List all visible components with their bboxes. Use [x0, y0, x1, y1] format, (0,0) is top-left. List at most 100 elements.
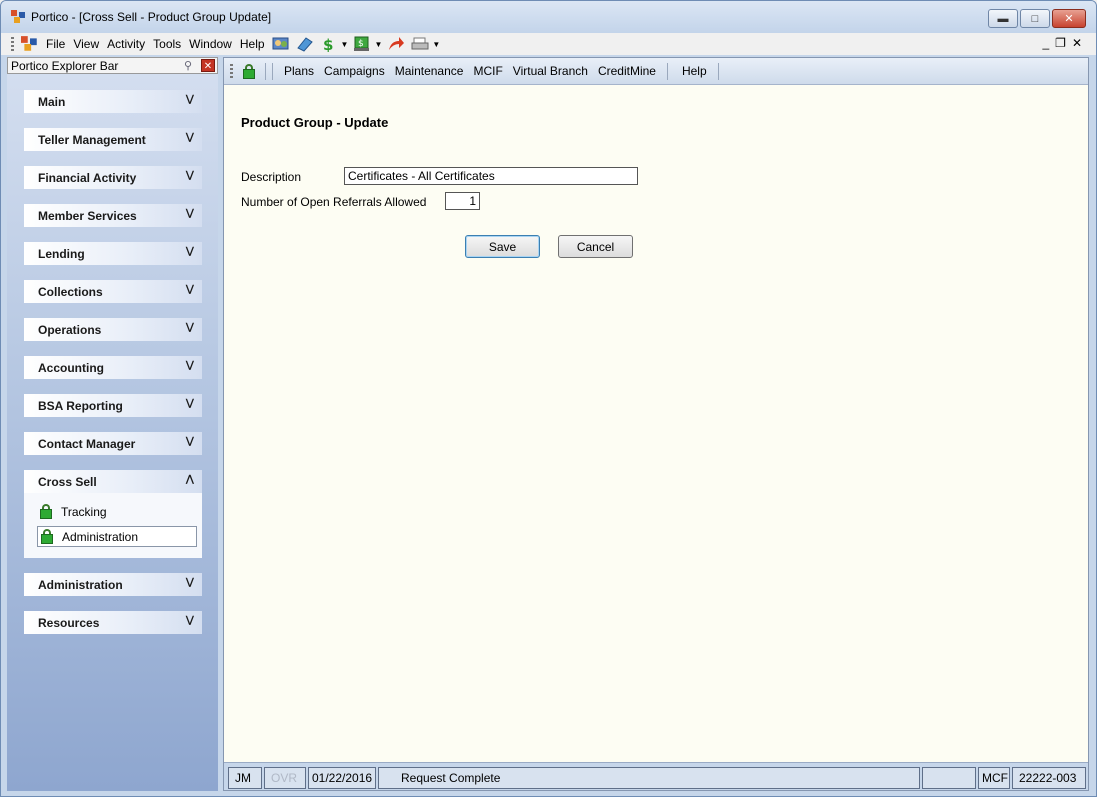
- group-member-services[interactable]: Member Services ⋁: [24, 204, 202, 227]
- window-controls: ▬ □ ✕: [986, 9, 1086, 28]
- mdi-window-controls: _❐✕: [1042, 36, 1088, 50]
- window-title: Portico - [Cross Sell - Product Group Up…: [31, 10, 272, 24]
- nav-maintenance[interactable]: Maintenance: [390, 64, 469, 78]
- members-icon[interactable]: [272, 36, 290, 52]
- save-button[interactable]: Save: [465, 235, 540, 258]
- explorer-bar-header: Portico Explorer Bar ⚲ ✕: [7, 57, 218, 74]
- menu-window[interactable]: Window: [185, 37, 236, 51]
- nav-help[interactable]: Help: [674, 64, 712, 78]
- title-bar: Portico - [Cross Sell - Product Group Up…: [1, 1, 1096, 33]
- group-label: Teller Management: [38, 132, 146, 147]
- pin-icon[interactable]: ⚲: [184, 59, 198, 72]
- group-label: BSA Reporting: [38, 398, 123, 413]
- menu-activity[interactable]: Activity: [103, 37, 149, 51]
- group-label: Administration: [38, 577, 123, 592]
- group-teller-management[interactable]: Teller Management ⋁: [24, 128, 202, 151]
- nav-virtual-branch[interactable]: Virtual Branch: [508, 64, 593, 78]
- group-label: Operations: [38, 322, 102, 337]
- menu-file[interactable]: File: [42, 37, 69, 51]
- status-user: JM: [228, 767, 262, 789]
- chevron-down-icon: ⋁: [185, 322, 194, 333]
- dollar-dropdown-icon[interactable]: ▼: [341, 40, 349, 49]
- status-date: 01/22/2016: [308, 767, 376, 789]
- group-resources[interactable]: Resources ⋁: [24, 611, 202, 634]
- chevron-down-icon: ⋁: [185, 615, 194, 626]
- menu-view[interactable]: View: [69, 37, 103, 51]
- chevron-down-icon: ⋁: [185, 170, 194, 181]
- group-label: Accounting: [38, 360, 104, 375]
- group-accounting[interactable]: Accounting ⋁: [24, 356, 202, 379]
- nav-mcif[interactable]: MCIF: [468, 64, 507, 78]
- toolbar-grip-icon: [11, 37, 14, 51]
- group-lending[interactable]: Lending ⋁: [24, 242, 202, 265]
- lock-document-icon[interactable]: [243, 63, 255, 79]
- group-cross-sell[interactable]: Cross Sell ⋀: [24, 470, 202, 493]
- content-area: Plans Campaigns Maintenance MCIF Virtual…: [223, 57, 1089, 791]
- nav-grip-icon: [230, 64, 233, 78]
- cash-drawer-icon[interactable]: $: [353, 36, 371, 52]
- group-bsa-reporting[interactable]: BSA Reporting ⋁: [24, 394, 202, 417]
- mdi-minimize-icon[interactable]: _: [1042, 36, 1055, 50]
- status-code: 22222-003: [1012, 767, 1086, 789]
- nav-creditmine[interactable]: CreditMine: [593, 64, 661, 78]
- chevron-down-icon: ⋁: [185, 398, 194, 409]
- portico-menu-icon[interactable]: [21, 36, 39, 52]
- printer-dropdown-icon[interactable]: ▼: [432, 40, 440, 49]
- forward-arrow-icon[interactable]: [387, 36, 405, 52]
- svg-text:$: $: [358, 39, 364, 49]
- nav-plans[interactable]: Plans: [279, 64, 319, 78]
- group-label: Resources: [38, 615, 100, 630]
- menu-tools[interactable]: Tools: [149, 37, 185, 51]
- chevron-down-icon: ⋁: [185, 284, 194, 295]
- group-label: Member Services: [38, 208, 137, 223]
- lock-document-icon: [41, 529, 53, 544]
- status-bar: JM OVR 01/22/2016 Request Complete MCF 2…: [224, 762, 1088, 790]
- minimize-button[interactable]: ▬: [988, 9, 1018, 28]
- dollar-icon[interactable]: $: [320, 36, 338, 52]
- cross-sell-item-tracking[interactable]: Tracking: [37, 501, 197, 522]
- menu-help[interactable]: Help: [236, 37, 269, 51]
- group-collections[interactable]: Collections ⋁: [24, 280, 202, 303]
- nav-campaigns[interactable]: Campaigns: [319, 64, 390, 78]
- chevron-down-icon: ⋁: [185, 246, 194, 257]
- status-empty-cell: [922, 767, 976, 789]
- mdi-restore-icon[interactable]: ❐: [1055, 36, 1072, 50]
- group-main[interactable]: Main ⋁: [24, 90, 202, 113]
- cash-bundle-icon[interactable]: [296, 36, 314, 52]
- nav-separator: [272, 62, 273, 80]
- group-label: Lending: [38, 246, 85, 261]
- explorer-bar: Portico Explorer Bar ⚲ ✕ Main ⋁ Teller M…: [7, 57, 218, 791]
- mdi-close-icon[interactable]: ✕: [1072, 36, 1088, 50]
- chevron-down-icon: ⋁: [185, 360, 194, 371]
- cancel-button[interactable]: Cancel: [558, 235, 633, 258]
- group-operations[interactable]: Operations ⋁: [24, 318, 202, 341]
- svg-text:$: $: [323, 36, 333, 52]
- maximize-button[interactable]: □: [1020, 9, 1050, 28]
- description-label: Description: [241, 170, 302, 184]
- chevron-up-icon: ⋀: [185, 474, 194, 485]
- description-input[interactable]: Certificates - All Certificates: [344, 167, 638, 185]
- app-window: Portico - [Cross Sell - Product Group Up…: [0, 0, 1097, 797]
- cross-sell-item-label: Tracking: [61, 504, 107, 519]
- referrals-label: Number of Open Referrals Allowed: [241, 195, 427, 209]
- cash-drawer-dropdown-icon[interactable]: ▼: [374, 40, 382, 49]
- status-ovr: OVR: [264, 767, 306, 789]
- group-contact-manager[interactable]: Contact Manager ⋁: [24, 432, 202, 455]
- status-message: Request Complete: [378, 767, 920, 789]
- chevron-down-icon: ⋁: [185, 132, 194, 143]
- explorer-close-icon[interactable]: ✕: [201, 59, 215, 72]
- lock-icon: [40, 504, 52, 519]
- chevron-down-icon: ⋁: [185, 94, 194, 105]
- printer-icon[interactable]: [411, 36, 429, 52]
- group-label: Collections: [38, 284, 103, 299]
- close-button[interactable]: ✕: [1052, 9, 1086, 28]
- group-financial-activity[interactable]: Financial Activity ⋁: [24, 166, 202, 189]
- explorer-bar-title: Portico Explorer Bar: [11, 58, 119, 73]
- chevron-down-icon: ⋁: [185, 436, 194, 447]
- cross-sell-item-administration[interactable]: Administration: [37, 526, 197, 547]
- group-label: Main: [38, 94, 66, 109]
- referrals-input[interactable]: 1: [445, 192, 480, 210]
- nav-separator: [265, 62, 266, 80]
- group-label: Contact Manager: [38, 436, 136, 451]
- group-administration[interactable]: Administration ⋁: [24, 573, 202, 596]
